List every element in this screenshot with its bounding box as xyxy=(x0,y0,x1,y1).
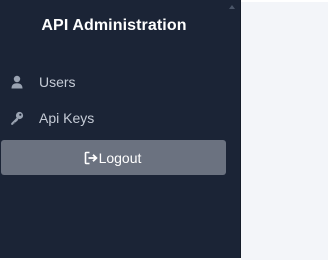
sidebar-item-label: Users xyxy=(39,74,76,90)
sign-out-icon xyxy=(84,151,98,164)
sidebar-title: API Administration xyxy=(41,17,187,34)
sidebar-item-label: Api Keys xyxy=(39,110,95,126)
key-icon xyxy=(11,111,24,125)
user-icon xyxy=(11,75,23,89)
main-content-area xyxy=(241,2,328,260)
sidebar-item-api-keys[interactable]: Api Keys xyxy=(0,105,228,131)
scroll-up-arrow-icon[interactable] xyxy=(229,5,235,9)
app-window: API Administration Users Api Keys Logout xyxy=(0,0,328,260)
sidebar-item-users[interactable]: Users xyxy=(0,69,228,95)
logout-button[interactable]: Logout xyxy=(1,140,226,175)
logout-button-content: Logout xyxy=(84,149,142,166)
logout-label: Logout xyxy=(98,149,142,166)
sidebar: API Administration Users Api Keys Logout xyxy=(0,0,241,259)
